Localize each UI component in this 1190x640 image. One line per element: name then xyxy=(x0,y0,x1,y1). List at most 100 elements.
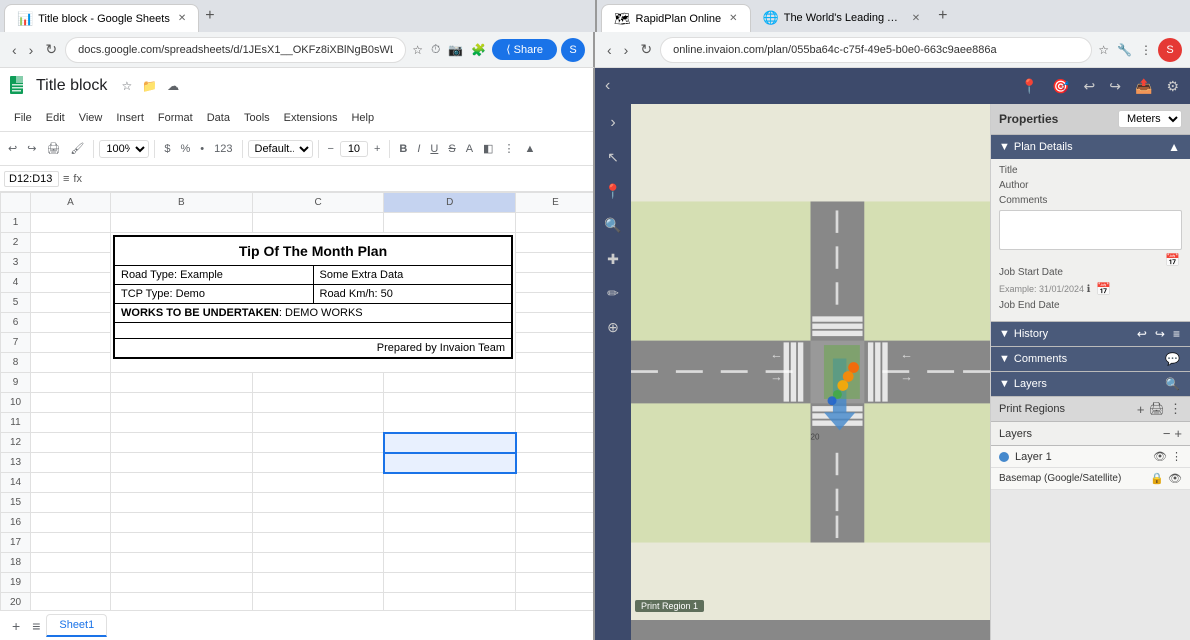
cell-d1[interactable] xyxy=(384,213,516,233)
cell-e15[interactable] xyxy=(516,493,594,513)
cell-a6[interactable] xyxy=(31,313,111,333)
cell-d13[interactable] xyxy=(384,453,516,473)
url-input-left[interactable] xyxy=(65,37,406,63)
rp-redo-btn[interactable]: ↪ xyxy=(1104,75,1126,98)
rp-zoom-tool[interactable]: 🔍 xyxy=(598,210,628,240)
add-layer-btn[interactable]: + xyxy=(1174,426,1182,441)
cell-c12[interactable] xyxy=(252,433,384,453)
cell-b13[interactable] xyxy=(111,453,253,473)
close-tab-rapidplan[interactable]: ✕ xyxy=(729,13,737,24)
left-tab-active[interactable]: 📊 Title block - Google Sheets ✕ xyxy=(4,4,199,32)
menu-insert[interactable]: Insert xyxy=(110,110,150,126)
units-select[interactable]: Meters Feet xyxy=(1118,110,1182,128)
new-tab-btn-left[interactable]: + xyxy=(199,7,220,25)
cell-c15[interactable] xyxy=(252,493,384,513)
cell-e10[interactable] xyxy=(516,393,594,413)
layer-1-visibility-btn[interactable]: 👁 xyxy=(1153,450,1167,463)
rp-map-area[interactable]: ← → ← → 20 Print Region 1 xyxy=(631,104,990,640)
cell-a5[interactable] xyxy=(31,293,111,313)
menu-help[interactable]: Help xyxy=(345,110,380,126)
plan-details-expand-btn[interactable]: ▲ xyxy=(1166,140,1182,154)
right-tab-1-active[interactable]: 🗺 RapidPlan Online ✕ xyxy=(601,4,751,32)
new-tab-btn-right[interactable]: + xyxy=(932,7,953,25)
cell-e2[interactable] xyxy=(516,233,594,253)
format-123-btn[interactable]: 123 xyxy=(210,141,236,157)
cell-a14[interactable] xyxy=(31,473,111,493)
cloud-btn[interactable]: ☁ xyxy=(165,77,181,95)
cell-c1[interactable] xyxy=(252,213,384,233)
cell-e3[interactable] xyxy=(516,253,594,273)
more-formats-btn[interactable]: • xyxy=(196,141,208,157)
col-header-a[interactable]: A xyxy=(31,193,111,213)
cell-a8[interactable] xyxy=(31,353,111,373)
cell-a11[interactable] xyxy=(31,413,111,433)
cell-c13[interactable] xyxy=(252,453,384,473)
decrease-font-btn[interactable]: − xyxy=(324,141,338,157)
menu-edit[interactable]: Edit xyxy=(40,110,71,126)
comments-header[interactable]: ▼ Comments 💬 xyxy=(991,347,1190,371)
layers-search-btn[interactable]: 🔍 xyxy=(1163,377,1182,391)
percent-btn[interactable]: % xyxy=(177,141,195,157)
menu-view[interactable]: View xyxy=(73,110,109,126)
cell-e12[interactable] xyxy=(516,433,594,453)
cell-a13[interactable] xyxy=(31,453,111,473)
cell-e8[interactable] xyxy=(516,353,594,373)
cell-a9[interactable] xyxy=(31,373,111,393)
menu-data[interactable]: Data xyxy=(201,110,236,126)
increase-font-btn[interactable]: + xyxy=(370,141,384,157)
bold-btn[interactable]: B xyxy=(395,141,411,157)
cell-d9[interactable] xyxy=(384,373,516,393)
cell-e6[interactable] xyxy=(516,313,594,333)
cell-d10[interactable] xyxy=(384,393,516,413)
underline-btn[interactable]: U xyxy=(426,141,442,157)
cell-a15[interactable] xyxy=(31,493,111,513)
cell-b11[interactable] xyxy=(111,413,253,433)
cell-a10[interactable] xyxy=(31,393,111,413)
cell-e5[interactable] xyxy=(516,293,594,313)
cell-b12[interactable] xyxy=(111,433,253,453)
cell-e4[interactable] xyxy=(516,273,594,293)
rp-draw-tool[interactable]: ✏ xyxy=(598,278,628,308)
rp-settings-btn[interactable]: ⚙ xyxy=(1161,75,1184,98)
job-start-info-btn[interactable]: ℹ xyxy=(1087,284,1091,295)
move-btn[interactable]: 📁 xyxy=(140,77,159,95)
collapse-layers-btn[interactable]: − xyxy=(1163,426,1171,441)
sheet-list-btn[interactable]: ≡ xyxy=(28,618,44,634)
cell-d12[interactable] xyxy=(384,433,516,453)
back-btn-left[interactable]: ‹ xyxy=(8,40,21,60)
reload-btn-left[interactable]: ↻ xyxy=(41,39,61,60)
cell-a2[interactable] xyxy=(31,233,111,253)
bookmark-btn[interactable]: ☆ xyxy=(410,41,425,59)
col-header-c[interactable]: C xyxy=(252,193,384,213)
add-sheet-btn[interactable]: + xyxy=(8,618,24,634)
cell-e14[interactable] xyxy=(516,473,594,493)
add-print-region-btn[interactable]: + xyxy=(1137,401,1145,417)
history-btn[interactable]: ⏱ xyxy=(429,40,442,59)
menu-format[interactable]: Format xyxy=(152,110,199,126)
menu-extensions[interactable]: Extensions xyxy=(278,110,344,126)
cell-c9[interactable] xyxy=(252,373,384,393)
cell-d15[interactable] xyxy=(384,493,516,513)
menu-btn-right[interactable]: ⋮ xyxy=(1138,41,1154,59)
italic-btn[interactable]: I xyxy=(413,141,424,157)
cell-c10[interactable] xyxy=(252,393,384,413)
share-button[interactable]: ⟨ Share xyxy=(492,39,557,60)
extensions-btn-right[interactable]: 🔧 xyxy=(1115,41,1134,59)
comments-textarea[interactable] xyxy=(999,210,1182,250)
font-size-input[interactable] xyxy=(340,141,368,157)
history-undo-btn[interactable]: ↩ xyxy=(1135,327,1149,341)
sheet-tab-sheet1[interactable]: Sheet1 xyxy=(46,614,107,637)
cell-b9[interactable] xyxy=(111,373,253,393)
forward-btn-right[interactable]: › xyxy=(620,40,633,60)
cell-e9[interactable] xyxy=(516,373,594,393)
col-header-d[interactable]: D xyxy=(384,193,516,213)
plan-details-header[interactable]: ▼ Plan Details ▲ xyxy=(991,135,1190,159)
zoom-select[interactable]: 100% xyxy=(99,140,149,158)
text-color-btn[interactable]: A xyxy=(462,141,477,157)
bookmark-btn-right[interactable]: ☆ xyxy=(1096,41,1111,59)
rp-undo-btn[interactable]: ↩ xyxy=(1079,75,1101,98)
cell-d11[interactable] xyxy=(384,413,516,433)
print-region-more-btn[interactable]: ⋮ xyxy=(1169,401,1182,417)
rp-add-tool[interactable]: ✚ xyxy=(598,244,628,274)
reload-btn-right[interactable]: ↻ xyxy=(636,39,656,60)
